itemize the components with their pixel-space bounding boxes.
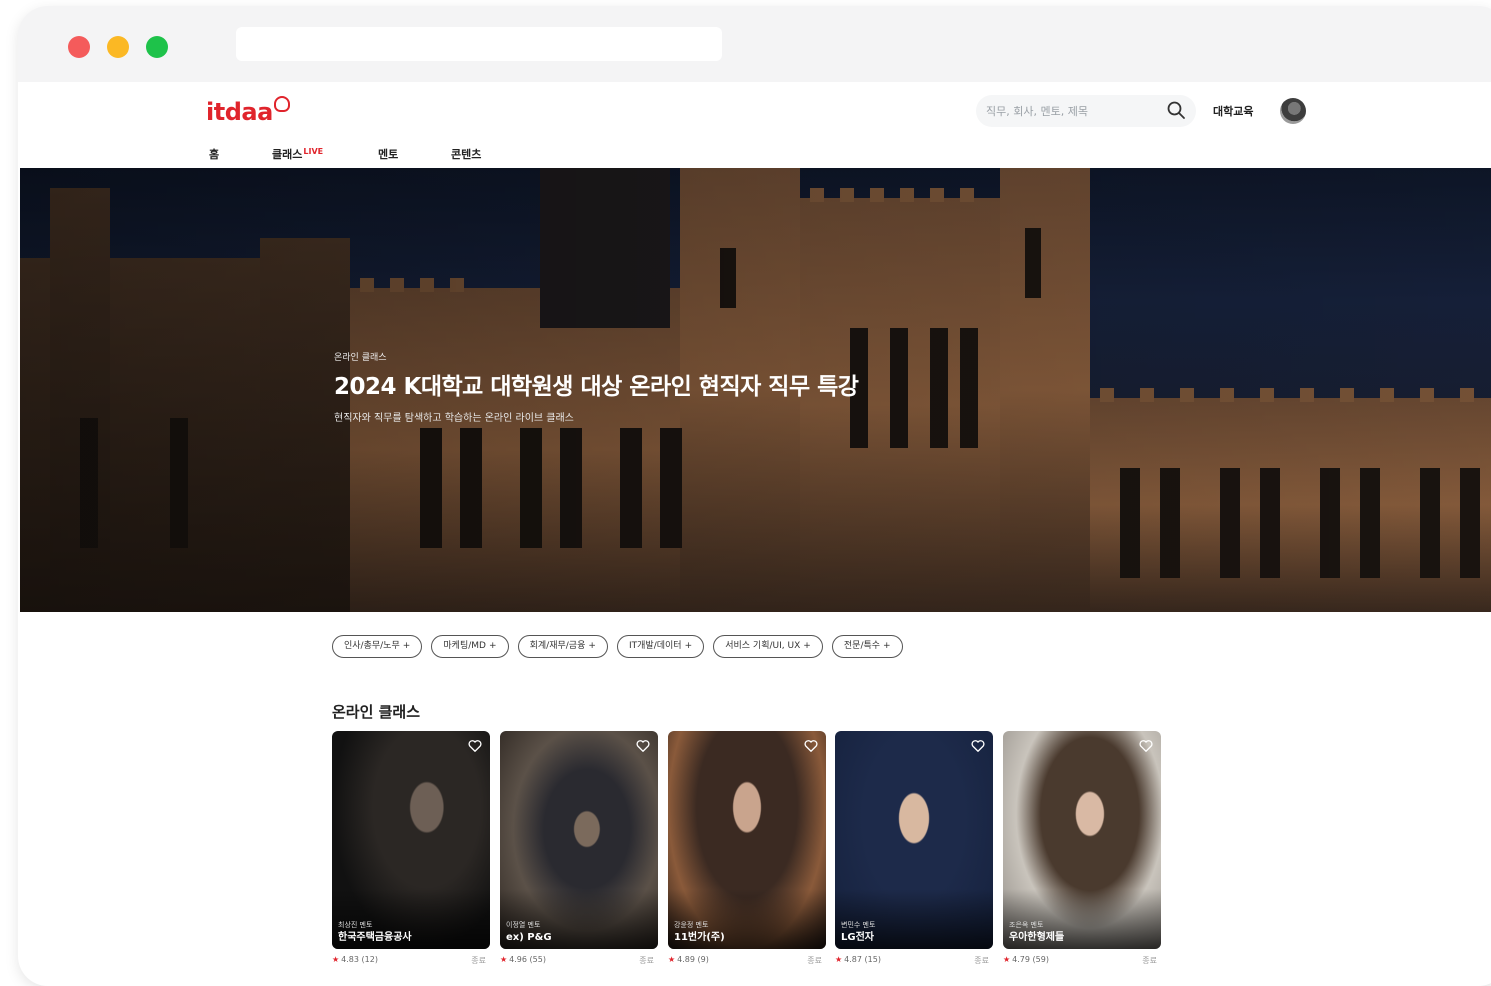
card-status: 종료 xyxy=(1142,956,1157,965)
mentor-company: 한국주택금융공사 xyxy=(338,932,412,943)
nav-item-mentor[interactable]: 멘토 xyxy=(378,146,398,162)
mentor-company: ex) P&G xyxy=(506,932,552,943)
chip-label: 인사/총무/노무 xyxy=(344,641,400,651)
card-status: 종료 xyxy=(471,956,486,965)
user-avatar[interactable] xyxy=(1280,98,1306,124)
mentor-company: 11번가(주) xyxy=(674,932,725,943)
itdaa-logo[interactable]: itdaa xyxy=(206,96,290,126)
mentor-name: 이정열 멘토 xyxy=(506,921,541,929)
address-bar[interactable] xyxy=(236,27,722,61)
web-page: itdaa 대학교육 홈 클래스LIVE 멘토 콘텐츠 xyxy=(18,82,1491,986)
search-icon[interactable] xyxy=(1166,100,1186,120)
card-status: 종료 xyxy=(807,956,822,965)
browser-titlebar xyxy=(18,6,1491,82)
chip-hr[interactable]: 인사/총무/노무 + xyxy=(332,635,423,658)
heart-icon[interactable] xyxy=(804,739,818,753)
search-input[interactable] xyxy=(976,95,1196,127)
plus-icon: + xyxy=(883,641,891,651)
maximize-window-button[interactable] xyxy=(146,36,168,58)
chip-finance[interactable]: 회계/재무/금융 + xyxy=(517,635,608,658)
hero-text-block: 온라인 클래스 2024 K대학교 대학원생 대상 온라인 현직자 직무 특강 … xyxy=(334,350,859,424)
plus-icon: + xyxy=(588,641,596,651)
card-meta: ★ 4.79 (59) 종료 xyxy=(1003,955,1161,967)
card-meta: ★ 4.96 (55) 종료 xyxy=(500,955,658,967)
class-card[interactable]: 조은옥 멘토 우아한형제들 xyxy=(1003,731,1161,949)
class-card[interactable]: 최상진 멘토 한국주택금융공사 xyxy=(332,731,490,949)
chip-label: IT개발/데이터 xyxy=(629,641,682,651)
nav-item-class[interactable]: 클래스LIVE xyxy=(272,146,323,162)
chip-label: 마케팅/MD xyxy=(443,641,486,651)
heart-icon[interactable] xyxy=(636,739,650,753)
chip-professional[interactable]: 전문/특수 + xyxy=(831,635,903,658)
university-education-link[interactable]: 대학교육 xyxy=(1213,103,1253,119)
hero-eyebrow: 온라인 클래스 xyxy=(334,353,387,363)
class-card[interactable]: 변민수 멘토 LG전자 xyxy=(835,731,993,949)
browser-window: itdaa 대학교육 홈 클래스LIVE 멘토 콘텐츠 xyxy=(18,6,1491,986)
card-status: 종료 xyxy=(639,956,654,965)
category-chips: 인사/총무/노무 + 마케팅/MD + 회계/재무/금융 + IT개발/데이터 + 서비… xyxy=(332,635,907,659)
site-header: itdaa 대학교육 홈 클래스LIVE 멘토 콘텐츠 xyxy=(18,82,1491,168)
plus-icon: + xyxy=(684,641,693,651)
nav-label: 홈 xyxy=(209,148,220,161)
chip-label: 서비스 기획/UI, UX xyxy=(725,641,801,651)
chip-label: 회계/재무/금융 xyxy=(529,641,586,651)
chip-service-planning[interactable]: 서비스 기획/UI, UX + xyxy=(713,635,823,658)
class-card[interactable]: 이정열 멘토 ex) P&G xyxy=(500,731,658,949)
hero-subtitle: 현직자와 직무를 탐색하고 학습하는 온라인 라이브 클래스 xyxy=(334,413,574,424)
heart-icon[interactable] xyxy=(468,739,482,753)
minimize-window-button[interactable] xyxy=(107,36,129,58)
nav-label: 클래스 xyxy=(272,148,303,161)
chip-it-data[interactable]: IT개발/데이터 + xyxy=(617,635,705,658)
nav-label: 콘텐츠 xyxy=(451,148,482,161)
mentor-company: LG전자 xyxy=(841,932,874,943)
class-card-list: 최상진 멘토 한국주택금융공사 ★ 4.83 (12) 종료 이정열 멘토 ex) … xyxy=(332,731,1172,971)
class-card[interactable]: 강윤정 멘토 11번가(주) xyxy=(668,731,826,949)
plus-icon: + xyxy=(402,641,411,651)
nav-item-home[interactable]: 홈 xyxy=(209,146,219,162)
hero-banner[interactable]: 온라인 클래스 2024 K대학교 대학원생 대상 온라인 현직자 직무 특강 … xyxy=(20,168,1491,612)
card-meta: ★ 4.89 (9) 종료 xyxy=(668,955,826,967)
plus-icon: + xyxy=(488,641,497,651)
card-meta: ★ 4.83 (12) 종료 xyxy=(332,955,490,967)
logo-text: itdaa xyxy=(206,98,273,126)
chip-marketing[interactable]: 마케팅/MD + xyxy=(431,635,509,658)
card-status: 종료 xyxy=(974,956,989,965)
heart-icon[interactable] xyxy=(971,739,985,753)
online-classes-title: 온라인 클래스 xyxy=(332,703,421,721)
close-window-button[interactable] xyxy=(68,36,90,58)
chip-label: 전문/특수 xyxy=(843,641,881,651)
plus-icon: + xyxy=(803,641,811,651)
nav-item-contents[interactable]: 콘텐츠 xyxy=(451,146,481,162)
nav-label: 멘토 xyxy=(378,148,399,161)
card-meta: ★ 4.87 (15) 종료 xyxy=(835,955,993,967)
mentor-company: 우아한형제들 xyxy=(1009,932,1065,943)
heart-icon[interactable] xyxy=(1139,739,1153,753)
hero-title: 2024 K대학교 대학원생 대상 온라인 현직자 직무 특강 xyxy=(334,374,859,400)
live-badge: LIVE xyxy=(303,147,324,156)
logo-mark-icon xyxy=(273,96,290,112)
